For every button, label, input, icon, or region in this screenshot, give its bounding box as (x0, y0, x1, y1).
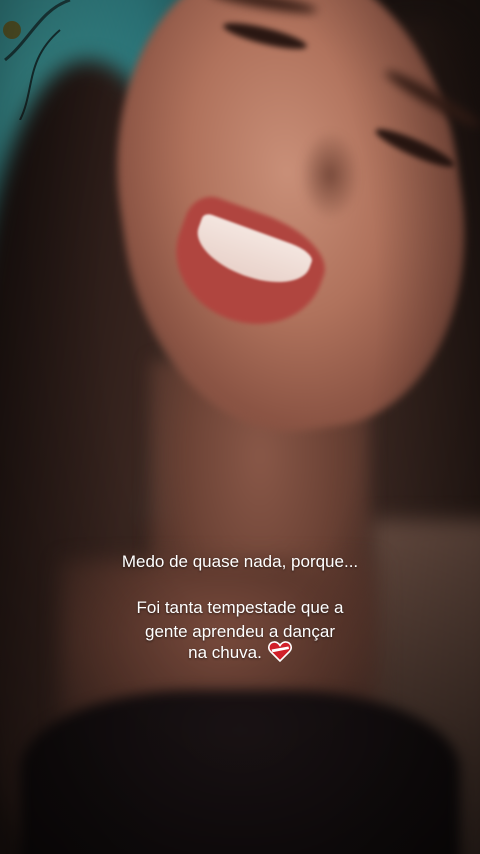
vignette (0, 0, 480, 854)
caption-line-4-text: na chuva. (188, 643, 262, 662)
caption-line-1: Medo de quase nada, porque... (121, 552, 359, 571)
caption-line-4: na chuva. (40, 640, 440, 665)
photo-background: Medo de quase nada, porque... Foi tanta … (0, 0, 480, 854)
caption-line-2: Foi tanta tempestade que a (136, 598, 344, 617)
heart-icon (267, 641, 292, 662)
